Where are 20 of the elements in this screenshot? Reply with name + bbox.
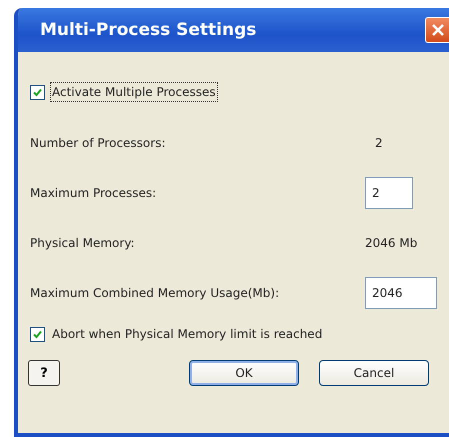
ok-button[interactable]: OK — [189, 360, 299, 386]
checkbox[interactable] — [30, 84, 45, 100]
number-field[interactable]: 2046 — [365, 277, 437, 309]
close-button[interactable] — [425, 17, 449, 43]
checkbox-label: Abort when Physical Memory limit is reached — [51, 326, 324, 343]
help-button[interactable]: ? — [28, 360, 60, 386]
window-title: Multi-Process Settings — [40, 20, 256, 40]
field-label: Maximum Combined Memory Usage(Mb): — [30, 286, 280, 300]
field-label: Maximum Processes: — [30, 186, 158, 200]
field-label: Number of Processors: — [30, 136, 166, 150]
value-text: 2 — [375, 136, 383, 150]
field-label: Physical Memory: — [30, 236, 136, 250]
cancel-button[interactable]: Cancel — [319, 360, 429, 386]
close-icon — [432, 24, 444, 36]
checkbox-label: Activate Multiple Processes — [50, 82, 218, 102]
checkbox[interactable] — [30, 326, 45, 342]
number-field[interactable]: 2 — [365, 177, 413, 209]
checkmark-icon — [33, 88, 42, 96]
value-text: 2046 Mb — [365, 236, 418, 250]
checkmark-icon — [33, 330, 42, 338]
